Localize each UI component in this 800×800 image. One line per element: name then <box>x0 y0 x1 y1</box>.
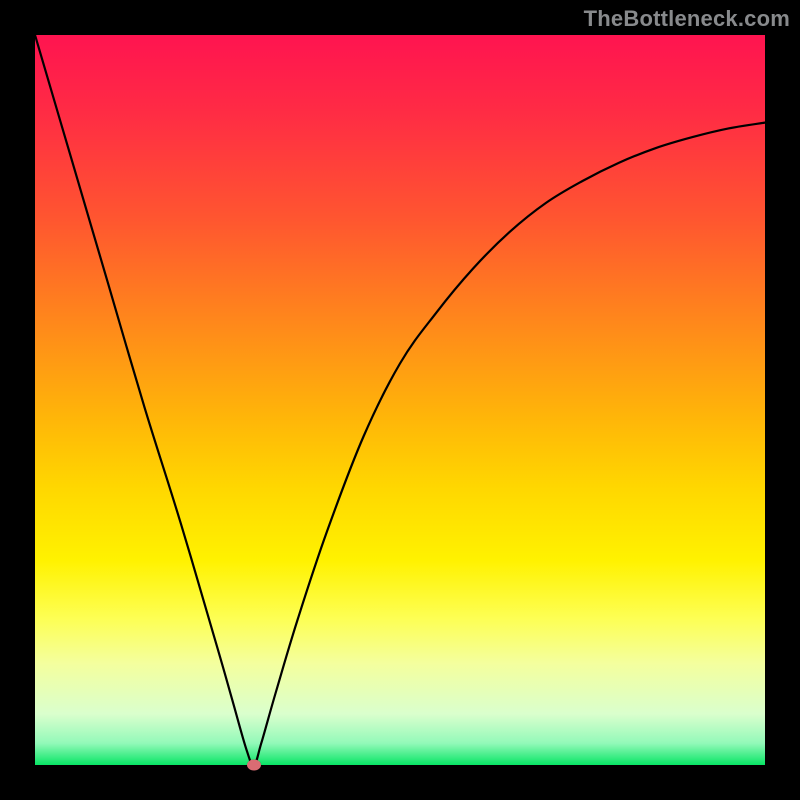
curve-layer <box>35 35 765 765</box>
plot-area <box>35 35 765 765</box>
min-marker <box>247 760 261 771</box>
watermark-text: TheBottleneck.com <box>584 6 790 32</box>
bottleneck-curve-path <box>35 35 765 765</box>
chart-frame: TheBottleneck.com <box>0 0 800 800</box>
